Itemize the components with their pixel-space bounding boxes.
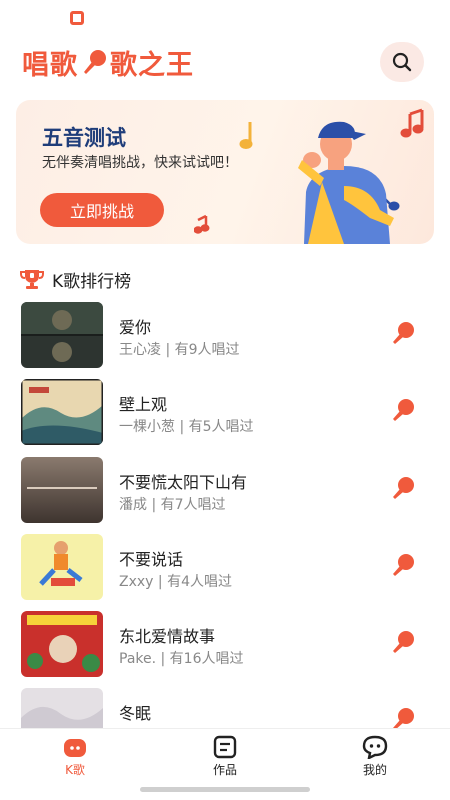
ranking-title: K歌排行榜	[52, 271, 132, 292]
challenge-button[interactable]: 立即挑战	[40, 193, 164, 227]
banner-title: 五音测试	[42, 126, 126, 150]
tab-label: 作品	[212, 763, 237, 777]
song-title: 冬眠	[119, 704, 152, 723]
search-button[interactable]	[380, 42, 424, 82]
album-cover	[21, 611, 103, 677]
app-header: 唱歌 歌之王	[0, 38, 450, 86]
song-title: 不要说话	[119, 550, 184, 569]
list-item[interactable]: 爱你 王心凌 | 有9人唱过	[0, 298, 450, 368]
tab-works[interactable]: 作品	[180, 735, 270, 783]
song-title: 东北爱情故事	[119, 627, 216, 646]
song-title: 爱你	[119, 318, 152, 337]
search-icon	[392, 52, 412, 72]
tab-label: K歌	[65, 763, 85, 777]
list-item[interactable]: 东北爱情故事 Pake. | 有16人唱过	[0, 607, 450, 677]
microphone-logo-icon	[84, 50, 106, 74]
karaoke-icon	[64, 739, 86, 757]
album-cover	[21, 302, 103, 368]
trophy-icon	[20, 270, 44, 289]
list-item[interactable]: 不要慌太阳下山有 潘成 | 有7人唱过	[0, 453, 450, 523]
sing-microphone-icon[interactable]	[390, 706, 416, 728]
singer-illustration	[194, 108, 424, 244]
album-cover	[21, 379, 103, 445]
ranking-header: K歌排行榜	[20, 266, 131, 292]
song-meta: 一棵小葱 | 有5人唱过	[119, 419, 254, 435]
logo-text-left: 唱歌	[22, 49, 78, 81]
music-note-icon	[239, 122, 253, 149]
song-ranking-list: 爱你 王心凌 | 有9人唱过 壁上观 一棵小葱 | 有5人唱过 不要慌太阳下山有…	[0, 298, 450, 728]
song-meta: 王心凌 | 有9人唱过	[119, 342, 240, 358]
app-logo: 唱歌 歌之王	[22, 44, 194, 81]
status-notification-icon	[70, 11, 84, 25]
song-meta: 潘成 | 有7人唱过	[119, 497, 226, 513]
status-bar	[0, 0, 450, 36]
bottom-navigation: K歌 作品 我的	[0, 728, 450, 784]
vocal-test-banner[interactable]: 五音测试 无伴奏清唱挑战，快来试试吧！ 立即挑战	[16, 100, 434, 244]
song-meta: Zxxy | 有4人唱过	[119, 574, 232, 590]
tab-mine[interactable]: 我的	[330, 735, 420, 783]
song-title: 壁上观	[119, 395, 168, 414]
album-cover	[21, 457, 103, 523]
album-cover	[21, 688, 103, 728]
sing-microphone-icon[interactable]	[390, 397, 416, 423]
logo-text-right: 歌之王	[110, 49, 194, 81]
song-meta: Pake. | 有16人唱过	[119, 651, 244, 667]
sing-microphone-icon[interactable]	[390, 475, 416, 501]
list-item[interactable]: 壁上观 一棵小葱 | 有5人唱过	[0, 375, 450, 445]
list-item[interactable]: 不要说话 Zxxy | 有4人唱过	[0, 530, 450, 600]
tab-label: 我的	[362, 763, 387, 777]
works-icon	[213, 735, 237, 759]
album-cover	[21, 534, 103, 600]
sing-microphone-icon[interactable]	[390, 320, 416, 346]
sing-microphone-icon[interactable]	[390, 552, 416, 578]
sing-microphone-icon[interactable]	[390, 629, 416, 655]
list-item[interactable]: 冬眠	[0, 684, 450, 728]
home-indicator[interactable]	[140, 787, 310, 792]
profile-chat-icon	[362, 735, 388, 759]
tab-karaoke[interactable]: K歌	[30, 735, 120, 783]
song-title: 不要慌太阳下山有	[119, 473, 248, 492]
